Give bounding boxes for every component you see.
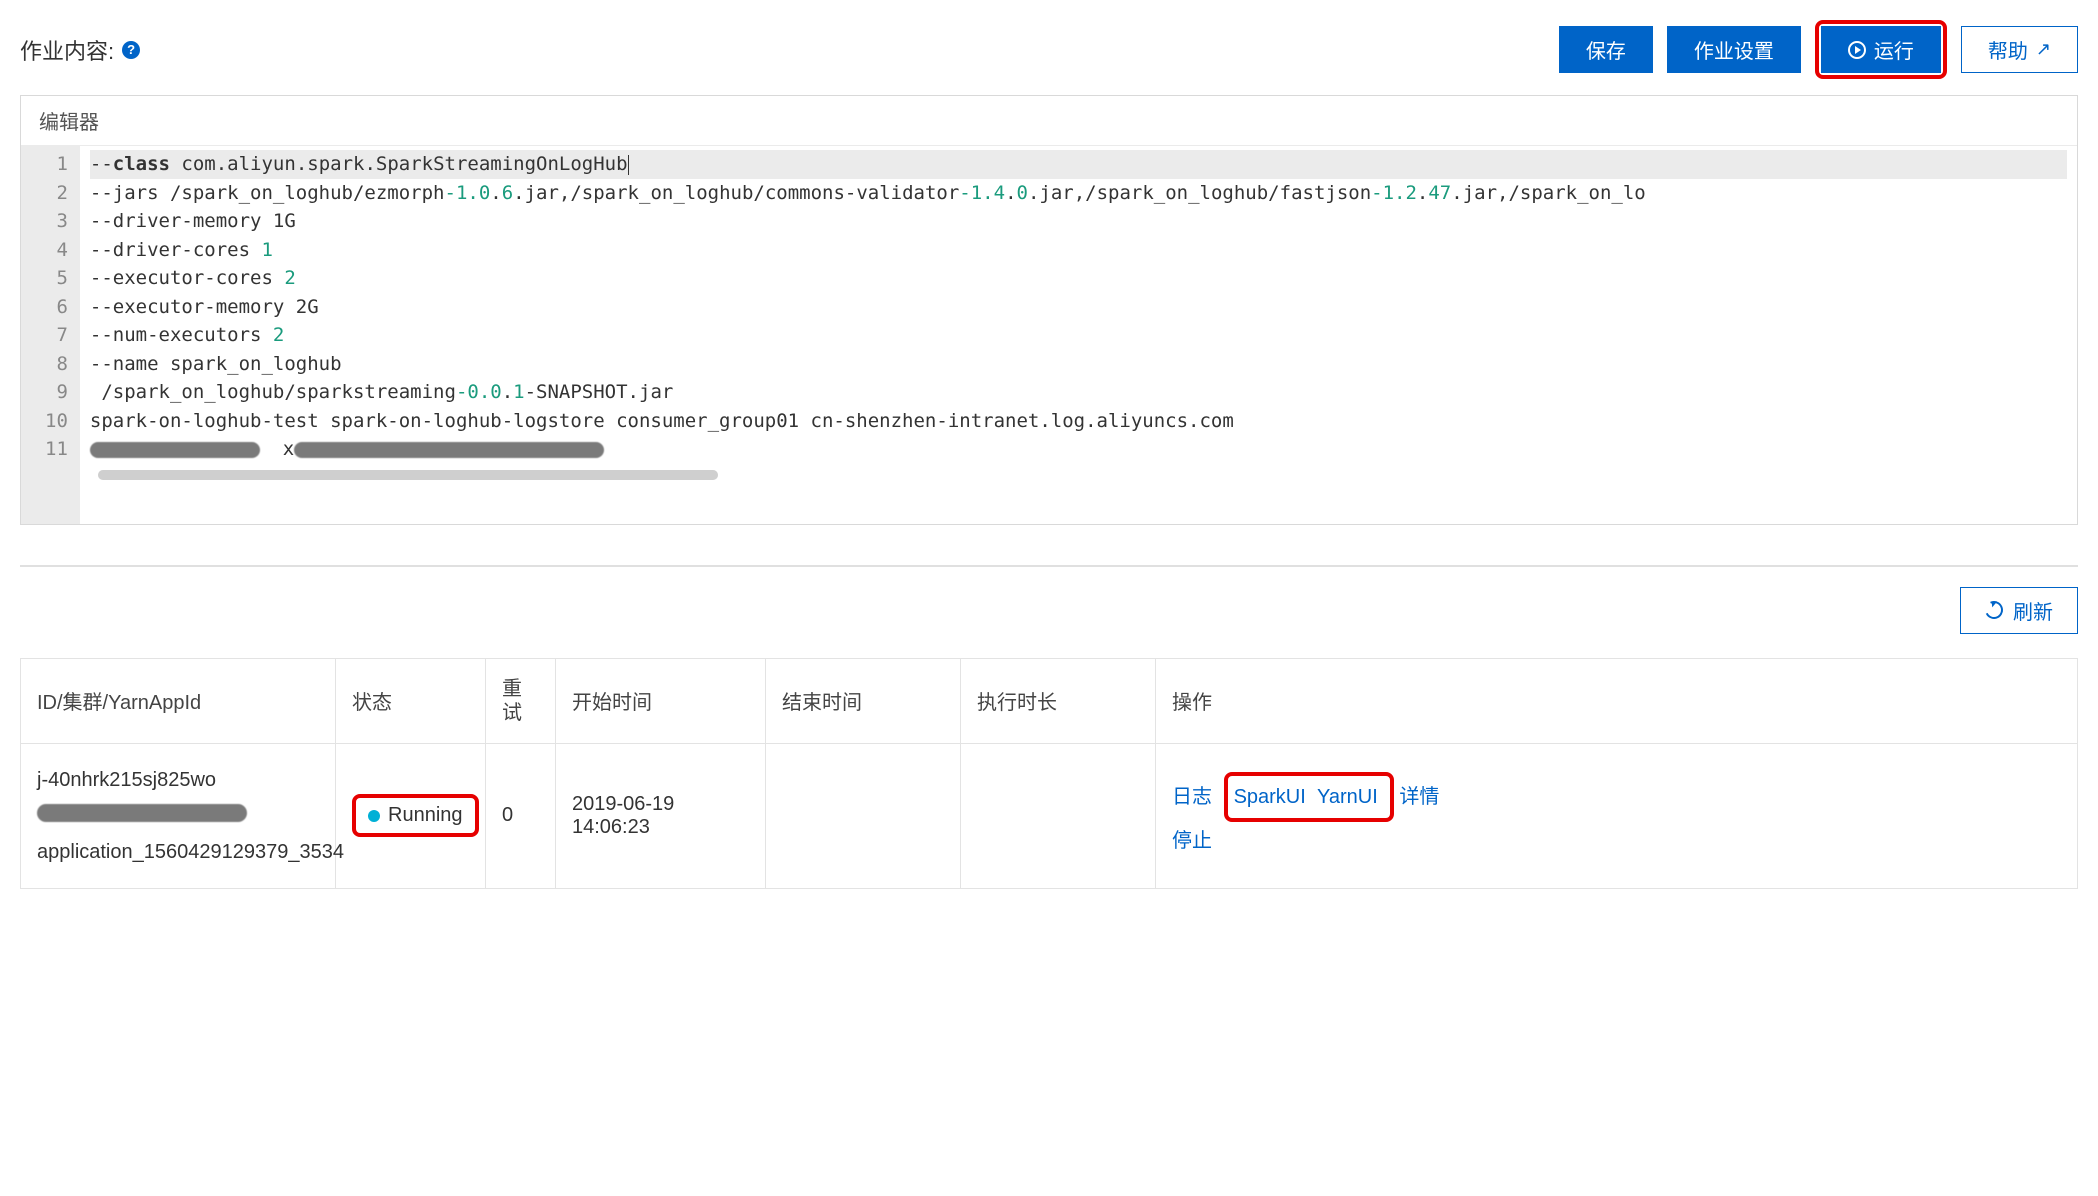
jobs-table: ID/集群/YarnAppId 状态 重试 开始时间 结束时间 执行时长 操作 …	[20, 658, 2078, 889]
cell-ops: 日志 SparkUI YarnUI 详情 停止	[1156, 743, 2078, 888]
editor-tab[interactable]: 编辑器	[21, 96, 2077, 146]
header-bar: 作业内容: ? 保存 作业设置 运行 帮助 ↗	[20, 20, 2078, 79]
code-editor: 编辑器 1234567891011 --class com.aliyun.spa…	[20, 95, 2078, 525]
refresh-label: 刷新	[2013, 596, 2053, 625]
cell-status: Running	[336, 743, 486, 888]
cell-id: j-40nhrk215sj825wo application_156042912…	[21, 743, 336, 888]
help-tip-icon[interactable]: ?	[122, 41, 140, 59]
run-button[interactable]: 运行	[1821, 26, 1941, 73]
yarn-app-id: application_1560429129379_3534	[37, 834, 319, 870]
col-ops: 操作	[1156, 658, 2078, 743]
table-row: j-40nhrk215sj825wo application_156042912…	[21, 743, 2078, 888]
help-button[interactable]: 帮助 ↗	[1961, 26, 2078, 73]
cell-start: 2019-06-19 14:06:23	[556, 743, 766, 888]
op-sparkui-link[interactable]: SparkUI	[1234, 786, 1306, 808]
status-dot-icon	[368, 810, 380, 822]
status-text: Running	[388, 804, 463, 827]
cluster-id-redacted	[37, 804, 247, 822]
external-link-icon: ↗	[2036, 39, 2051, 60]
job-id: j-40nhrk215sj825wo	[37, 762, 319, 798]
editor-hscrollbar[interactable]	[98, 470, 718, 480]
ui-links-highlight: SparkUI YarnUI	[1224, 772, 1394, 822]
status-highlight: Running	[352, 794, 479, 837]
col-retry: 重试	[486, 658, 556, 743]
job-settings-button[interactable]: 作业设置	[1667, 26, 1801, 73]
cell-retry: 0	[486, 743, 556, 888]
help-button-label: 帮助	[1988, 35, 2028, 64]
refresh-icon	[1982, 598, 2005, 621]
op-stop-link[interactable]: 停止	[1172, 830, 1212, 852]
col-duration: 执行时长	[961, 658, 1156, 743]
cell-end	[766, 743, 961, 888]
editor-gutter: 1234567891011	[21, 146, 80, 524]
op-yarnui-link[interactable]: YarnUI	[1317, 786, 1378, 808]
table-header-row: ID/集群/YarnAppId 状态 重试 开始时间 结束时间 执行时长 操作	[21, 658, 2078, 743]
col-end: 结束时间	[766, 658, 961, 743]
refresh-button[interactable]: 刷新	[1960, 587, 2078, 634]
col-start: 开始时间	[556, 658, 766, 743]
page-title: 作业内容:	[20, 34, 114, 66]
cell-duration	[961, 743, 1156, 888]
run-button-highlight: 运行	[1815, 20, 1947, 79]
editor-content[interactable]: --class com.aliyun.spark.SparkStreamingO…	[80, 146, 2077, 524]
run-button-label: 运行	[1874, 35, 1914, 64]
play-icon	[1848, 41, 1866, 59]
save-button[interactable]: 保存	[1559, 26, 1653, 73]
col-status: 状态	[336, 658, 486, 743]
section-divider	[20, 565, 2078, 567]
op-detail-link[interactable]: 详情	[1399, 786, 1439, 808]
col-id: ID/集群/YarnAppId	[21, 658, 336, 743]
op-log-link[interactable]: 日志	[1172, 786, 1212, 808]
